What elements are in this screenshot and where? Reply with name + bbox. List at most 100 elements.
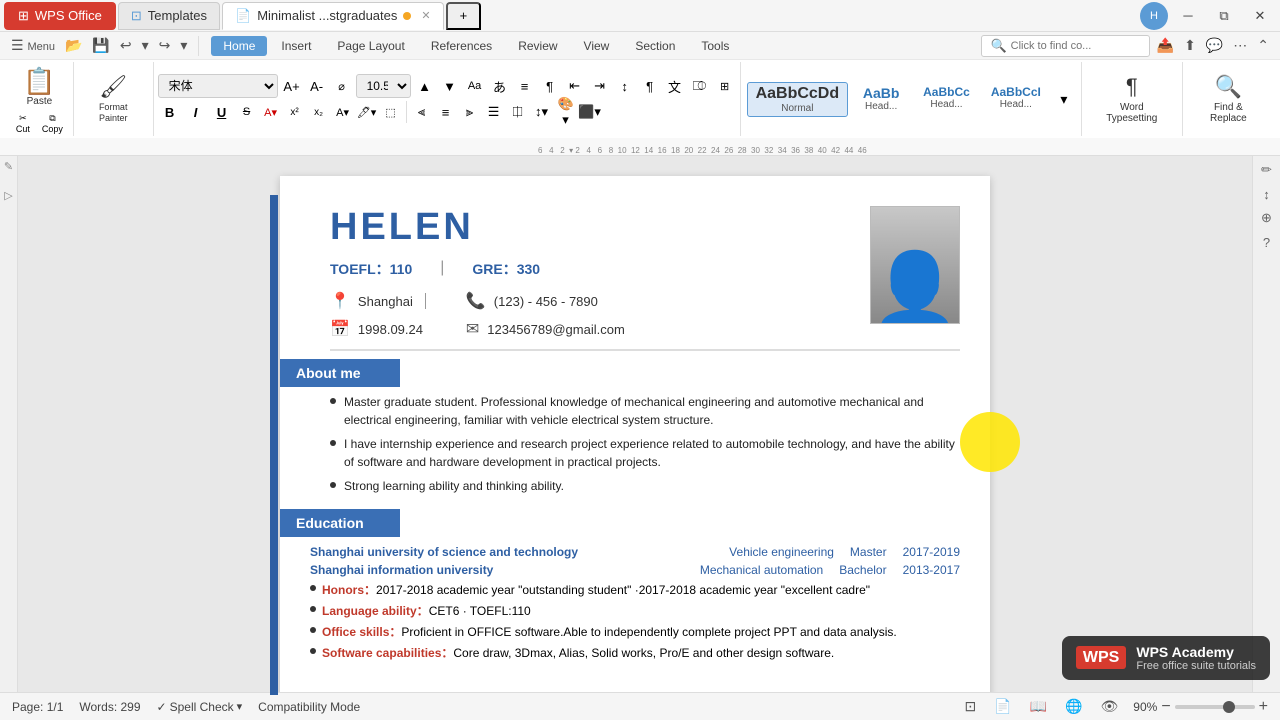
phonetic-button[interactable]: あ — [489, 75, 511, 97]
align-right-button[interactable]: ⫸ — [459, 101, 481, 123]
right-panel-btn3[interactable]: ⊕ — [1257, 208, 1277, 228]
format-painter-button[interactable]: 🖌 Format Painter — [78, 70, 149, 128]
highlight-button[interactable]: 🖊▾ — [356, 101, 378, 123]
right-panel-btn2[interactable]: ↕ — [1257, 184, 1277, 204]
style-head2[interactable]: AaBbCc Head... — [914, 82, 979, 117]
italic-button[interactable]: I — [184, 100, 208, 124]
minimize-button[interactable]: ─ — [1172, 5, 1204, 27]
indent-dec-button[interactable]: ⇤ — [564, 75, 586, 97]
sort-button[interactable]: ↕ — [614, 75, 636, 97]
underline-button[interactable]: U — [210, 100, 234, 124]
view-layout-btn[interactable]: ⊡ — [961, 696, 979, 717]
col-layout-button[interactable]: ⎅ — [507, 101, 529, 123]
view-doc-btn[interactable]: 📄 — [991, 696, 1014, 717]
tab-insert[interactable]: Insert — [269, 35, 323, 57]
font-color2-button[interactable]: A▾ — [332, 101, 354, 123]
wps-office-tab[interactable]: ⊞ WPS Office — [4, 2, 116, 30]
doc-close-icon[interactable]: ✕ — [421, 9, 430, 22]
doc-tab[interactable]: 📄 Minimalist ...stgraduates ✕ — [222, 2, 444, 30]
save-button[interactable]: 💾 — [89, 35, 112, 56]
email-icon: ✉ — [466, 319, 479, 339]
user-avatar[interactable]: H — [1140, 2, 1168, 30]
close-button[interactable]: ✕ — [1244, 5, 1276, 27]
tab-review[interactable]: Review — [506, 35, 569, 57]
word-typesetting-button[interactable]: ¶ Word Typesetting — [1088, 70, 1176, 128]
undo-dropdown[interactable]: ▾ — [139, 35, 152, 56]
share-button[interactable]: 📤 — [1154, 35, 1177, 56]
more-qa-button[interactable]: ▾ — [177, 35, 190, 56]
cut-button[interactable]: ✂ Cut — [11, 112, 35, 134]
tab-tools[interactable]: Tools — [689, 35, 741, 57]
ribbon-main: 📋 Paste ✂ Cut ⧉ Copy 🖌 Format Painter — [0, 60, 1280, 138]
font-size-select[interactable]: 10.5 — [356, 74, 411, 98]
toefl-score: TOEFL：110 — [330, 259, 412, 279]
strikethrough-button[interactable]: S — [236, 101, 258, 123]
tab-page-layout[interactable]: Page Layout — [325, 35, 416, 57]
left-panel-btn1[interactable]: ✎ — [4, 160, 13, 173]
zoom-slider[interactable] — [1175, 705, 1255, 709]
more-options-button[interactable]: ⋯ — [1230, 35, 1250, 56]
zoom-plus-button[interactable]: + — [1259, 698, 1268, 716]
copy-button[interactable]: ⧉ Copy — [37, 112, 68, 134]
paste-button[interactable]: 📋 Paste — [16, 64, 62, 111]
case-button[interactable]: Aa — [464, 75, 486, 97]
doc-scroll[interactable]: HELEN TOEFL：110 | GRE：330 — [18, 156, 1252, 700]
spell-check[interactable]: ✓ Spell Check ▾ — [157, 700, 243, 714]
align-center-button[interactable]: ≡ — [435, 101, 457, 123]
restore-button[interactable]: ⧉ — [1208, 5, 1240, 27]
export-button[interactable]: ⬆ — [1181, 35, 1199, 56]
indent-inc-button[interactable]: ⇥ — [589, 75, 611, 97]
right-panel-btn1[interactable]: ✏ — [1257, 160, 1277, 180]
border-button[interactable]: ⬚ — [380, 101, 402, 123]
style-normal[interactable]: AaBbCcDd Normal — [747, 82, 849, 117]
font-incr-button[interactable]: A+ — [281, 75, 303, 97]
font-size-up-button[interactable]: ▲ — [414, 75, 436, 97]
style-head3[interactable]: AaBbCcI Head... — [982, 82, 1050, 117]
collapse-ribbon-button[interactable]: ⌃ — [1254, 35, 1272, 56]
undo-button[interactable]: ↩ — [117, 35, 135, 56]
tab-view[interactable]: View — [572, 35, 622, 57]
view-web-btn[interactable]: 🌐 — [1062, 696, 1085, 717]
open-button[interactable]: 📂 — [62, 35, 85, 56]
tab-home[interactable]: Home — [211, 36, 267, 56]
font-family-select[interactable]: 宋体 — [158, 74, 278, 98]
tab-references[interactable]: References — [419, 35, 504, 57]
style-head1[interactable]: AaBb Head... — [851, 82, 911, 117]
menu-button[interactable]: ☰ Menu — [8, 35, 58, 56]
new-tab-button[interactable]: + — [446, 2, 482, 30]
subscript-button[interactable]: x₂ — [308, 101, 330, 123]
search-input[interactable] — [1011, 40, 1141, 52]
superscript-button[interactable]: x² — [284, 101, 306, 123]
table-btn[interactable]: ⊞ — [714, 75, 736, 97]
font-decr-button[interactable]: A- — [306, 75, 328, 97]
list1-button[interactable]: ≡ — [514, 75, 536, 97]
redo-button[interactable]: ↪ — [156, 35, 174, 56]
bold-button[interactable]: B — [158, 100, 182, 124]
tab-section[interactable]: Section — [623, 35, 687, 57]
view-read-btn[interactable]: 📖 — [1027, 696, 1050, 717]
zoom-minus-button[interactable]: − — [1161, 698, 1170, 716]
search-box[interactable]: 🔍 — [981, 35, 1149, 57]
align-left-button[interactable]: ⫷ — [411, 101, 433, 123]
comment-button[interactable]: 💬 — [1203, 35, 1226, 56]
line-spacing-button[interactable]: ↕▾ — [531, 101, 553, 123]
chinese-layout-button[interactable]: 文 — [664, 75, 686, 97]
calendar-icon: 📅 — [330, 319, 350, 339]
align-justify-button[interactable]: ☰ — [483, 101, 505, 123]
clear-format-button[interactable]: ⌀ — [331, 75, 353, 97]
char-spacing-button[interactable]: ⎄ — [689, 75, 711, 97]
shading-button[interactable]: 🎨▾ — [555, 101, 577, 123]
list2-button[interactable]: ¶ — [539, 75, 561, 97]
right-panel-btn4[interactable]: ? — [1257, 232, 1277, 252]
view-focus-btn[interactable]: 👁 — [1098, 696, 1122, 717]
font-size-dn-button[interactable]: ▼ — [439, 75, 461, 97]
find-replace-button[interactable]: 🔍 Find & Replace — [1189, 70, 1268, 128]
font-color-button[interactable]: A▾ — [260, 101, 282, 123]
templates-tab[interactable]: ⊡ Templates — [118, 2, 220, 30]
wps-academy-text: WPS Academy Free office suite tutorials — [1136, 644, 1256, 672]
left-panel-btn2[interactable]: ▷ — [4, 189, 12, 202]
styles-more-button[interactable]: ▾ — [1053, 88, 1075, 110]
para-marks-button[interactable]: ¶ — [639, 75, 661, 97]
border-box-button[interactable]: ⬛▾ — [579, 101, 601, 123]
find-icon: 🔍 — [1215, 74, 1242, 100]
